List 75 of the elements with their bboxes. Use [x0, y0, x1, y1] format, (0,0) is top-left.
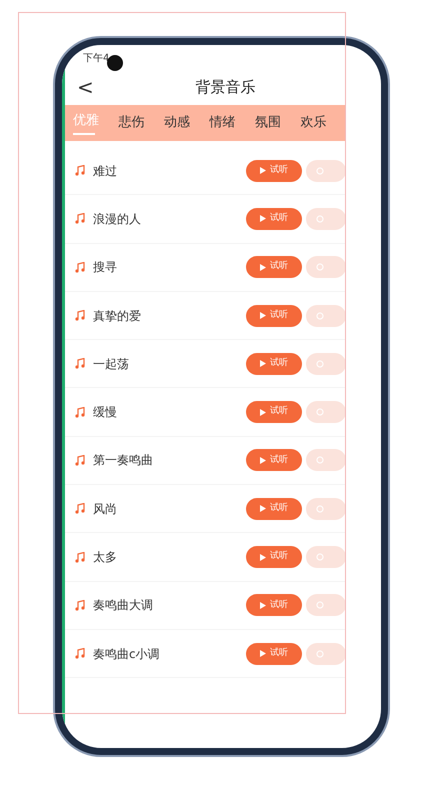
- music-note-icon: [75, 358, 85, 370]
- play-icon: [260, 360, 266, 368]
- play-icon: [260, 408, 266, 416]
- use-button[interactable]: [306, 449, 346, 472]
- music-note-icon: [75, 213, 85, 224]
- category-tab[interactable]: 欢乐: [300, 109, 346, 137]
- play-icon: [260, 215, 266, 222]
- preview-button[interactable]: 试听: [246, 352, 302, 375]
- circle-icon: [316, 263, 324, 272]
- category-tab[interactable]: 动感: [164, 109, 210, 137]
- back-button[interactable]: <: [77, 77, 94, 97]
- category-tab[interactable]: 优雅: [73, 106, 118, 140]
- play-icon: [260, 167, 266, 174]
- use-button[interactable]: [306, 256, 346, 278]
- play-icon: [260, 505, 266, 512]
- preview-button[interactable]: 试听: [246, 208, 302, 230]
- music-note-icon: [75, 310, 85, 322]
- preview-button[interactable]: 试听: [246, 594, 302, 616]
- use-button[interactable]: [306, 352, 346, 375]
- song-name: 难过: [93, 162, 118, 180]
- use-button[interactable]: [306, 546, 346, 568]
- circle-icon: [316, 456, 324, 464]
- play-icon: [260, 554, 266, 561]
- song-name: 一起荡: [93, 356, 130, 373]
- music-note-icon: [75, 648, 85, 660]
- song-name: 第一奏鸣曲: [93, 452, 154, 470]
- use-button[interactable]: [306, 642, 346, 665]
- play-icon: [260, 650, 266, 658]
- circle-icon: [316, 214, 324, 223]
- play-icon: [260, 456, 266, 464]
- circle-icon: [316, 601, 324, 610]
- play-icon: [260, 602, 266, 609]
- music-note-icon: [75, 503, 85, 514]
- use-button[interactable]: [306, 498, 346, 520]
- music-note-icon: [75, 165, 85, 176]
- preview-button[interactable]: 试听: [246, 642, 302, 665]
- preview-button[interactable]: 试听: [246, 498, 302, 520]
- use-button[interactable]: [306, 401, 346, 424]
- camera-hole: [107, 55, 123, 71]
- music-note-icon: [75, 262, 85, 273]
- use-button[interactable]: [306, 208, 346, 230]
- preview-button[interactable]: 试听: [246, 546, 302, 568]
- circle-icon: [316, 408, 324, 416]
- song-name: 缓慢: [93, 404, 118, 422]
- preview-button[interactable]: 试听: [246, 449, 302, 472]
- circle-icon: [316, 360, 324, 368]
- preview-button[interactable]: 试听: [246, 160, 302, 182]
- category-tab[interactable]: 氛围: [255, 109, 300, 137]
- song-name: 奏鸣曲c小调: [93, 646, 161, 663]
- song-name: 浪漫的人: [93, 210, 142, 228]
- play-icon: [260, 264, 266, 271]
- music-note-icon: [75, 552, 85, 563]
- song-name: 搜寻: [93, 259, 118, 276]
- song-name: 风尚: [93, 500, 118, 518]
- music-note-icon: [75, 406, 85, 418]
- song-name: 真挚的爱: [93, 308, 142, 325]
- song-name: 奏鸣曲大调: [93, 597, 154, 614]
- category-tab[interactable]: 悲伤: [118, 109, 164, 137]
- circle-icon: [316, 504, 324, 513]
- category-tab[interactable]: 情绪: [210, 109, 255, 137]
- music-note-icon: [75, 454, 85, 466]
- circle-icon: [316, 166, 324, 175]
- song-name: 太多: [93, 549, 118, 566]
- preview-button[interactable]: 试听: [246, 304, 302, 327]
- use-button[interactable]: [306, 160, 346, 182]
- circle-icon: [316, 553, 324, 562]
- use-button[interactable]: [306, 594, 346, 616]
- music-note-icon: [75, 600, 85, 611]
- preview-button[interactable]: 试听: [246, 401, 302, 424]
- play-icon: [260, 312, 266, 320]
- circle-icon: [316, 650, 324, 658]
- circle-icon: [316, 312, 324, 320]
- use-button[interactable]: [306, 304, 346, 327]
- page-title: 背景音乐: [194, 76, 256, 98]
- preview-button[interactable]: 试听: [246, 256, 302, 278]
